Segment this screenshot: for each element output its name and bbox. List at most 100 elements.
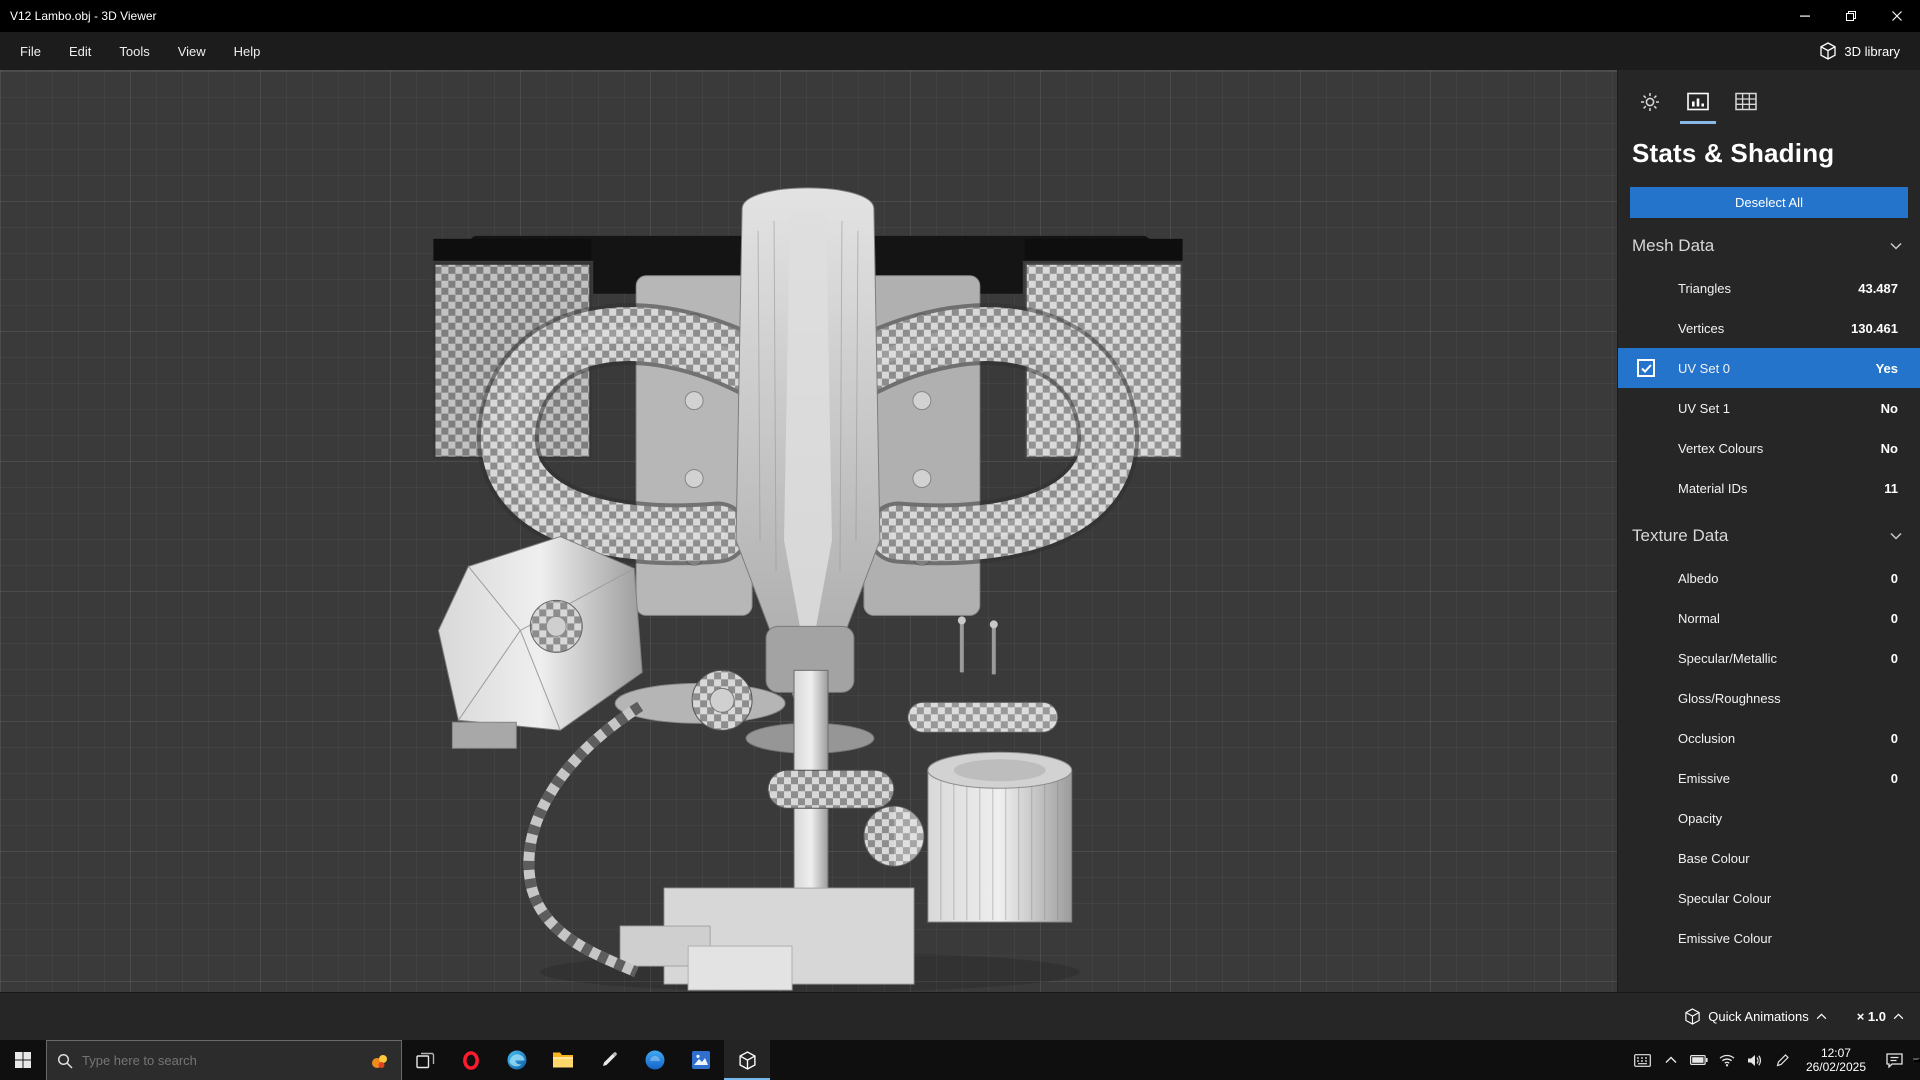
stat-label: Occlusion (1678, 730, 1736, 746)
animation-speed-button[interactable]: × 1.0 (1857, 1009, 1904, 1024)
stat-label: Material IDs (1678, 480, 1748, 496)
uv-set-0-checkbox[interactable] (1637, 359, 1655, 377)
show-desktop-button[interactable] (1913, 1058, 1920, 1062)
search-icon (57, 1053, 73, 1069)
start-button[interactable] (0, 1040, 46, 1080)
wifi-icon (1719, 1054, 1735, 1066)
window-title: V12 Lambo.obj - 3D Viewer (10, 9, 157, 23)
menu-edit[interactable]: Edit (55, 32, 105, 70)
stats-chart-icon (1687, 92, 1709, 111)
texture-data-title: Texture Data (1632, 526, 1729, 545)
stat-row-vertices[interactable]: Vertices 130.461 (1618, 308, 1920, 348)
stat-value: No (1880, 440, 1898, 456)
file-explorer-icon (553, 1052, 573, 1068)
tab-lighting[interactable] (1632, 88, 1668, 124)
viewport-3d[interactable] (0, 70, 1617, 992)
menu-tools[interactable]: Tools (105, 32, 163, 70)
menu-help[interactable]: Help (220, 32, 275, 70)
touch-keyboard-button[interactable] (1629, 1040, 1657, 1080)
blue-app-button[interactable] (632, 1040, 678, 1080)
stat-label: Normal (1678, 610, 1720, 626)
menu-view[interactable]: View (164, 32, 220, 70)
task-view-icon (415, 1052, 434, 1068)
pen-tray-button[interactable] (1769, 1040, 1797, 1080)
search-highlights-icon (372, 1054, 387, 1068)
texture-row-albedo[interactable]: Albedo 0 (1618, 558, 1920, 598)
quick-animations-label: Quick Animations (1708, 1009, 1809, 1024)
stat-value: 0 (1890, 570, 1898, 586)
keyboard-icon (1634, 1053, 1652, 1067)
texture-row-specular-metallic[interactable]: Specular/Metallic 0 (1618, 638, 1920, 678)
3d-viewer-app-button[interactable] (724, 1040, 770, 1080)
clock-time: 12:07 (1820, 1046, 1851, 1060)
tab-grid[interactable] (1728, 88, 1764, 124)
stat-label: Emissive Colour (1678, 930, 1772, 946)
close-button[interactable] (1874, 0, 1920, 32)
opera-browser-icon[interactable] (448, 1040, 494, 1080)
animation-speed-label: × 1.0 (1856, 1009, 1886, 1024)
window-controls (1782, 0, 1920, 32)
network-tray-button[interactable] (1713, 1040, 1741, 1080)
texture-data-header[interactable]: Texture Data (1630, 508, 1908, 558)
stat-value: No (1880, 400, 1898, 416)
panel-title: Stats & Shading (1632, 138, 1835, 168)
taskbar-clock[interactable]: 12:07 26/02/2025 (1797, 1046, 1875, 1074)
edge-browser-icon[interactable] (494, 1040, 540, 1080)
stat-label: UV Set 0 (1678, 360, 1731, 376)
texture-row-opacity[interactable]: Opacity (1618, 798, 1920, 838)
texture-row-specular-colour[interactable]: Specular Colour (1618, 878, 1920, 918)
taskbar: 12:07 26/02/2025 (0, 1040, 1920, 1080)
3d-library-button[interactable]: 3D library (1806, 32, 1914, 70)
cube-icon (1820, 42, 1837, 60)
sun-icon (1641, 93, 1659, 111)
stat-label: Gloss/Roughness (1678, 690, 1781, 706)
texture-row-normal[interactable]: Normal 0 (1618, 598, 1920, 638)
stat-value: 0 (1890, 650, 1898, 666)
engine-model (431, 187, 1185, 992)
battery-icon (1689, 1055, 1708, 1065)
volume-icon (1748, 1054, 1762, 1066)
mesh-data-header[interactable]: Mesh Data (1630, 218, 1908, 268)
stat-row-uv-set-1[interactable]: UV Set 1 No (1618, 388, 1920, 428)
photos-app-button[interactable] (678, 1040, 724, 1080)
task-view-button[interactable] (402, 1040, 448, 1080)
3d-viewer-window: V12 Lambo.obj - 3D Viewer File Edit Tool… (0, 0, 1920, 1080)
texture-row-emissive-colour[interactable]: Emissive Colour (1618, 918, 1920, 958)
stats-panel: Stats & Shading Deselect All Mesh Data T… (1617, 70, 1920, 992)
pen-icon (1776, 1054, 1789, 1067)
menu-file[interactable]: File (6, 32, 55, 70)
stat-value: Yes (1875, 360, 1898, 376)
titlebar: V12 Lambo.obj - 3D Viewer (0, 0, 1920, 32)
stat-label: Vertices (1678, 320, 1725, 336)
stat-label: Specular Colour (1678, 890, 1772, 906)
stat-row-uv-set-0[interactable]: UV Set 0 Yes (1618, 348, 1920, 388)
stat-row-material-ids[interactable]: Material IDs 11 (1618, 468, 1920, 508)
taskbar-search-box[interactable] (46, 1040, 402, 1080)
minimize-button[interactable] (1782, 0, 1828, 32)
stat-value: 43.487 (1858, 280, 1898, 296)
stat-label: UV Set 1 (1678, 400, 1731, 416)
menubar: File Edit Tools View Help 3D library (0, 32, 1920, 70)
tab-stats-shading[interactable] (1680, 88, 1716, 124)
restore-button[interactable] (1828, 0, 1874, 32)
texture-row-gloss-roughness[interactable]: Gloss/Roughness (1618, 678, 1920, 718)
action-center-button[interactable] (1875, 1040, 1913, 1080)
texture-row-occlusion[interactable]: Occlusion 0 (1618, 718, 1920, 758)
3d-viewer-cube-icon (738, 1050, 756, 1070)
deselect-all-button[interactable]: Deselect All (1630, 187, 1908, 218)
texture-row-base-colour[interactable]: Base Colour (1618, 838, 1920, 878)
file-explorer-button[interactable] (540, 1040, 586, 1080)
action-center-icon (1885, 1052, 1903, 1068)
search-input[interactable] (82, 1053, 360, 1068)
stat-row-triangles[interactable]: Triangles 43.487 (1618, 268, 1920, 308)
texture-row-emissive[interactable]: Emissive 0 (1618, 758, 1920, 798)
stat-label: Triangles (1678, 280, 1731, 296)
battery-tray-button[interactable] (1685, 1040, 1713, 1080)
snip-sketch-button[interactable] (586, 1040, 632, 1080)
minimize-icon (1800, 15, 1810, 17)
blue-app-icon (645, 1050, 665, 1070)
show-hidden-icons-button[interactable] (1657, 1040, 1685, 1080)
quick-animations-button[interactable]: Quick Animations (1684, 1008, 1827, 1025)
stat-row-vertex-colours[interactable]: Vertex Colours No (1618, 428, 1920, 468)
volume-tray-button[interactable] (1741, 1040, 1769, 1080)
